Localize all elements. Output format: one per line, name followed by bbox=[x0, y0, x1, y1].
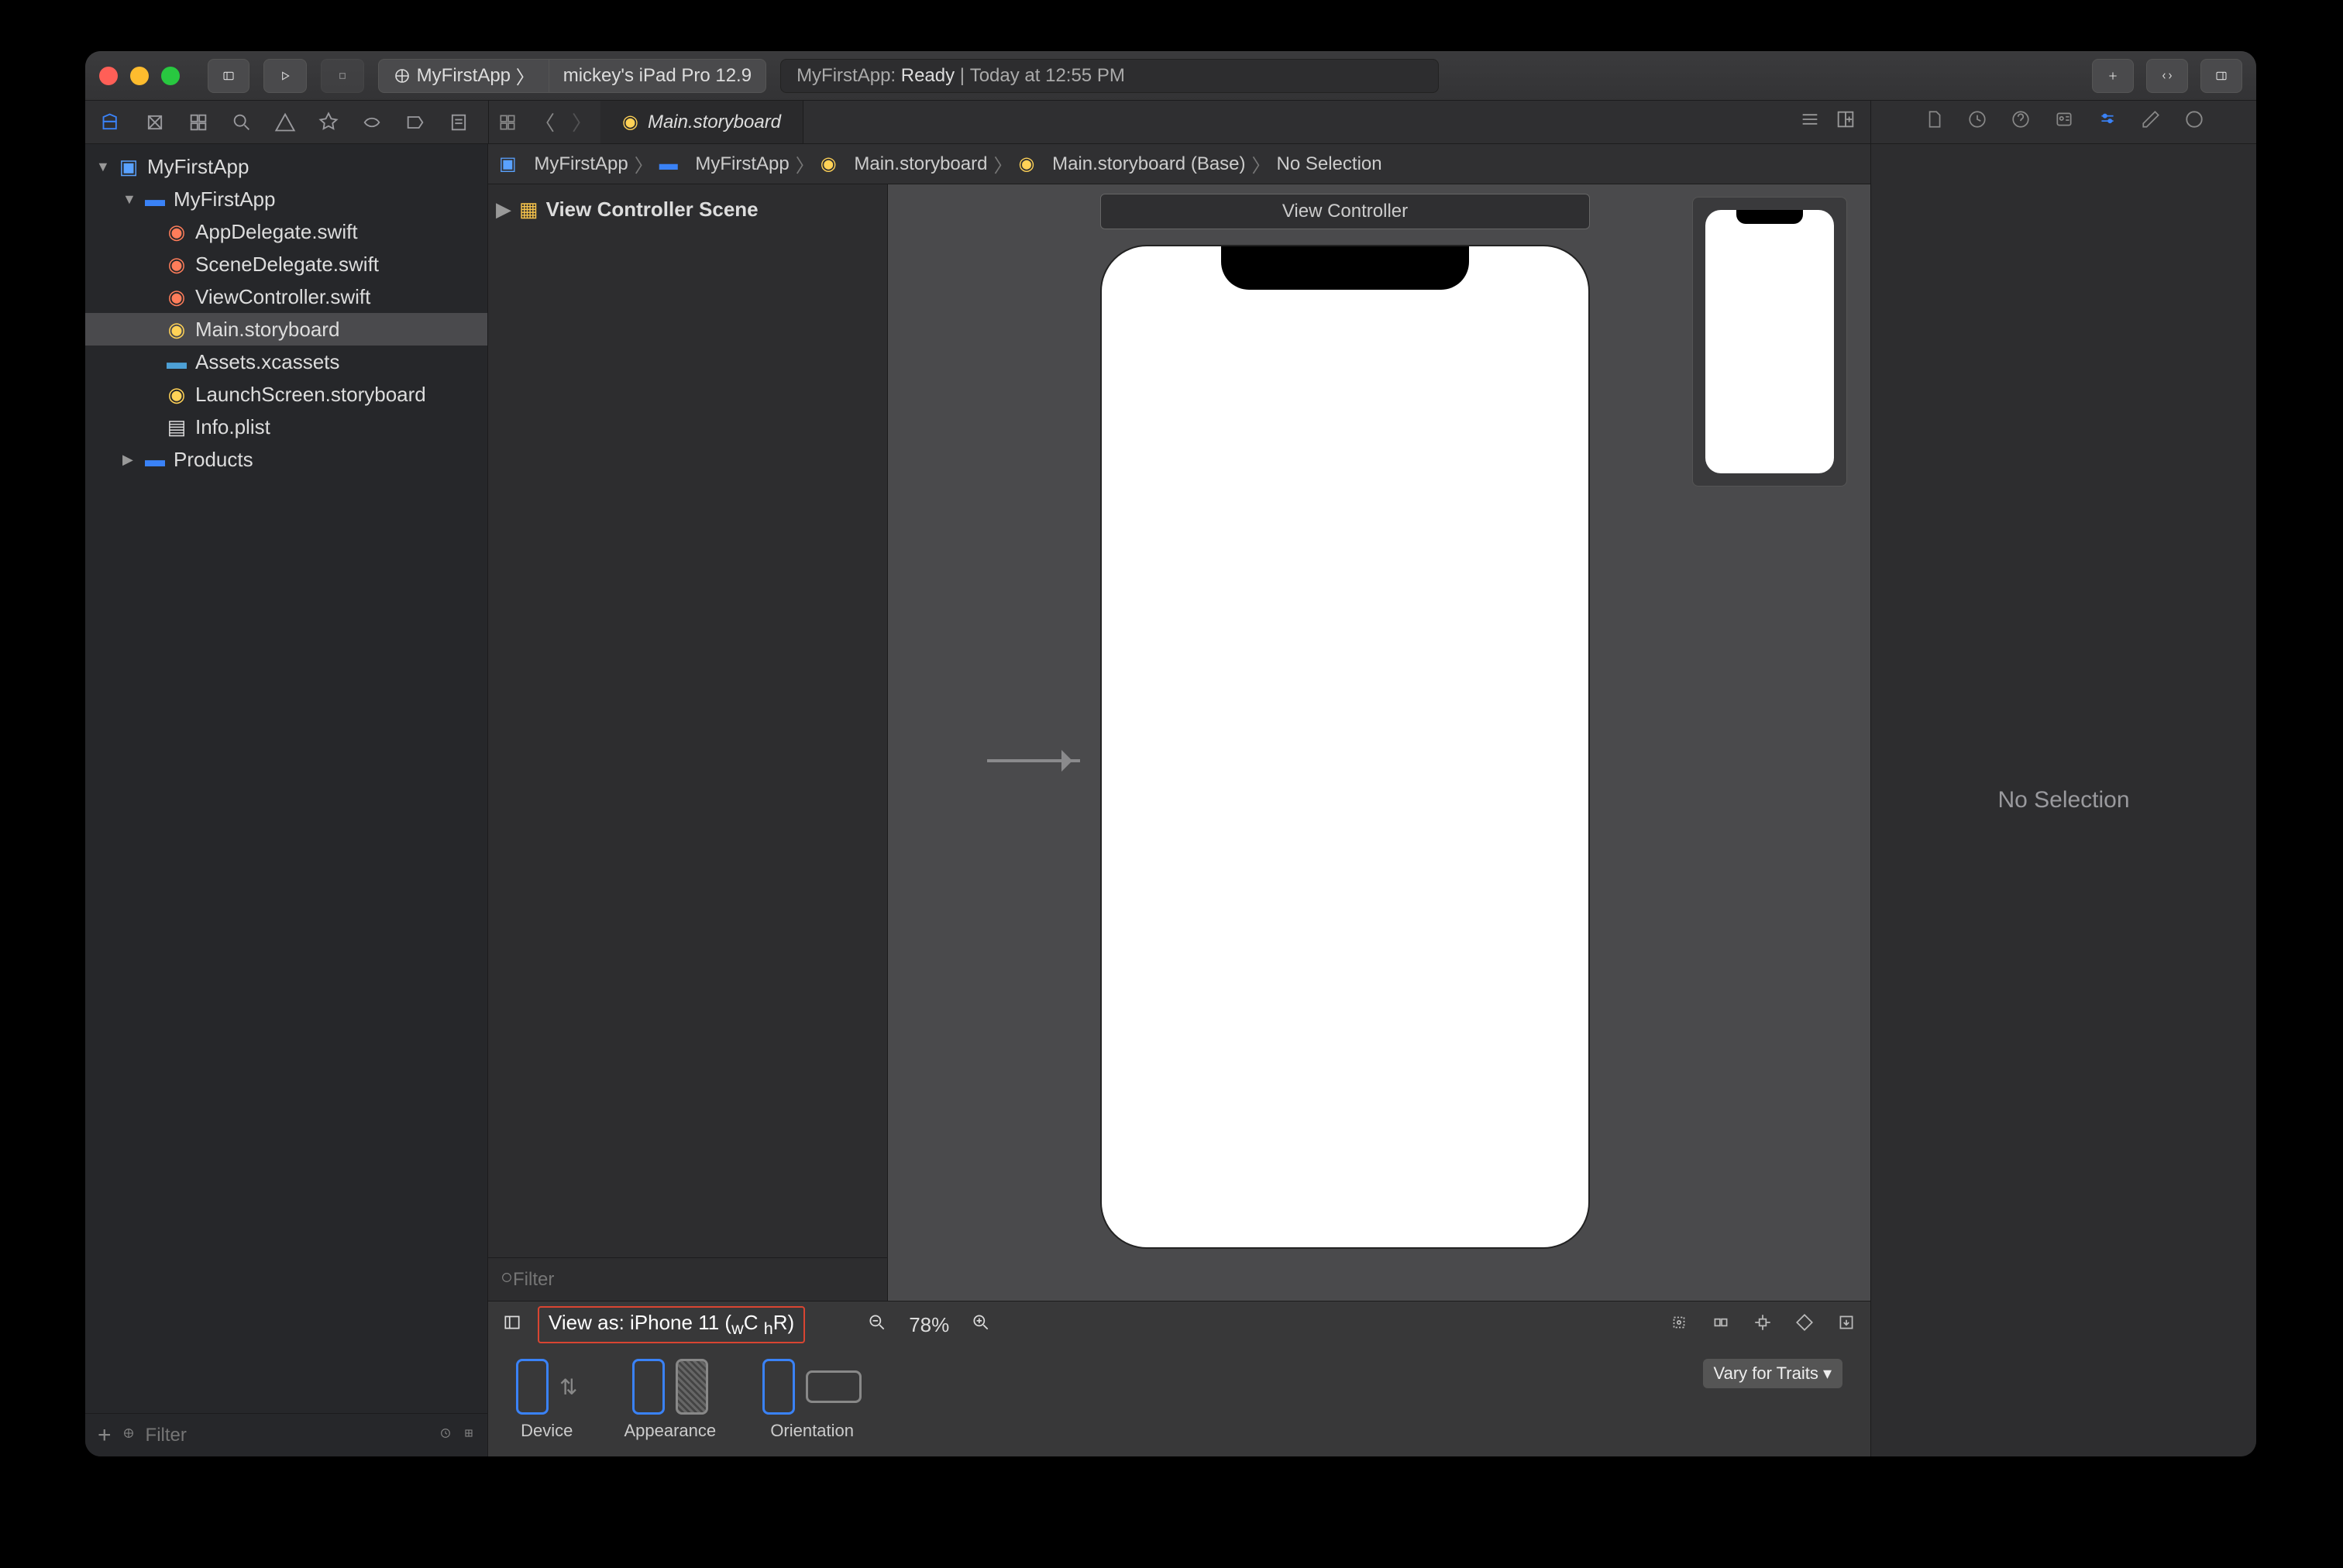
editor-tab[interactable]: ◉ Main.storyboard bbox=[600, 101, 803, 143]
close-button[interactable] bbox=[99, 67, 118, 85]
toggle-outline-button[interactable] bbox=[502, 1312, 522, 1338]
view-controller-scene[interactable]: View Controller bbox=[1100, 194, 1590, 1249]
tree-project-row[interactable]: ▼▣MyFirstApp bbox=[85, 150, 487, 183]
project-navigator-tab[interactable] bbox=[101, 112, 122, 133]
tree-folder-row[interactable]: ▼▬MyFirstApp bbox=[85, 183, 487, 215]
related-items-button[interactable] bbox=[489, 101, 526, 143]
breakpoint-navigator-tab[interactable] bbox=[404, 112, 426, 133]
navigator-selector bbox=[85, 101, 488, 143]
tree-file-row[interactable]: ◉ViewController.swift bbox=[85, 280, 487, 313]
debug-navigator-tab[interactable] bbox=[361, 112, 383, 133]
outline-scene-row[interactable]: ▶▦View Controller Scene bbox=[496, 194, 879, 225]
jump-bar[interactable]: ▣ MyFirstApp〉 ▬ MyFirstApp〉 ◉ Main.story… bbox=[488, 144, 1870, 184]
vary-for-traits-button[interactable]: Vary for Traits ▾ bbox=[1703, 1359, 1842, 1388]
resolve-issues-button[interactable] bbox=[1753, 1312, 1773, 1338]
maximize-button[interactable] bbox=[161, 67, 180, 85]
device-picker[interactable]: ⇅ Device bbox=[516, 1359, 577, 1441]
file-tree[interactable]: ▼▣MyFirstApp ▼▬MyFirstApp ◉AppDelegate.s… bbox=[85, 144, 487, 1413]
window-controls bbox=[99, 67, 180, 85]
align-button[interactable] bbox=[1669, 1312, 1689, 1338]
tree-file-row[interactable]: ◉AppDelegate.swift bbox=[85, 215, 487, 248]
xcode-window: MyFirstApp 〉 mickey's iPad Pro 12.9 MyFi… bbox=[85, 51, 2256, 1456]
toggle-inspector-button[interactable] bbox=[2200, 59, 2242, 93]
tree-file-row[interactable]: ◉LaunchScreen.storyboard bbox=[85, 378, 487, 411]
add-editor-button[interactable] bbox=[1835, 108, 1856, 136]
toggle-navigator-button[interactable] bbox=[208, 59, 249, 93]
code-review-button[interactable] bbox=[2146, 59, 2188, 93]
storyboard-icon: ◉ bbox=[622, 111, 638, 133]
add-button[interactable]: + bbox=[98, 1422, 112, 1449]
adjust-editor-button[interactable] bbox=[1799, 108, 1821, 136]
forward-button[interactable]: 〉 bbox=[563, 101, 600, 143]
inspector-selector bbox=[1870, 101, 2256, 143]
run-button[interactable] bbox=[263, 59, 307, 93]
history-inspector-tab[interactable] bbox=[1967, 109, 1987, 135]
size-inspector-tab[interactable] bbox=[2141, 109, 2161, 135]
stop-button[interactable] bbox=[321, 59, 364, 93]
canvas-bottom-bar: View as: iPhone 11 (wC hR) 78% bbox=[488, 1301, 1870, 1456]
inspector-panel: No Selection bbox=[1870, 144, 2256, 1456]
connections-inspector-tab[interactable] bbox=[2184, 109, 2204, 135]
tree-file-row-selected[interactable]: ◉Main.storyboard bbox=[85, 313, 487, 346]
vc-title-bar[interactable]: View Controller bbox=[1100, 194, 1590, 229]
scheme-app-label: MyFirstApp bbox=[417, 65, 511, 87]
tree-file-row[interactable]: ▬Assets.xcassets bbox=[85, 346, 487, 378]
scheme-selector[interactable]: MyFirstApp 〉 mickey's iPad Pro 12.9 bbox=[378, 59, 766, 93]
source-control-navigator-tab[interactable] bbox=[144, 112, 166, 133]
filter-icon bbox=[501, 1271, 513, 1288]
minimize-button[interactable] bbox=[130, 67, 149, 85]
back-button[interactable]: 〈 bbox=[526, 101, 563, 143]
library-button[interactable] bbox=[2092, 59, 2134, 93]
symbol-navigator-tab[interactable] bbox=[188, 112, 209, 133]
project-navigator: ▼▣MyFirstApp ▼▬MyFirstApp ◉AppDelegate.s… bbox=[85, 144, 488, 1456]
navigator-filter-input[interactable] bbox=[146, 1425, 428, 1446]
identity-inspector-tab[interactable] bbox=[2054, 109, 2074, 135]
interface-builder-canvas[interactable]: View Controller bbox=[888, 184, 1870, 1301]
find-navigator-tab[interactable] bbox=[231, 112, 253, 133]
tab-row: 〈 〉 ◉ Main.storyboard bbox=[85, 101, 2256, 144]
view-as-button[interactable]: View as: iPhone 11 (wC hR) bbox=[538, 1306, 805, 1343]
filter-icon bbox=[122, 1427, 135, 1443]
inspector-empty-label: No Selection bbox=[1997, 787, 2129, 813]
appearance-picker[interactable]: Appearance bbox=[624, 1359, 716, 1441]
initial-vc-arrow bbox=[987, 759, 1080, 762]
embed-in-button[interactable] bbox=[1836, 1312, 1856, 1338]
editor-tab-label: Main.storyboard bbox=[648, 112, 781, 133]
embed-button[interactable] bbox=[1794, 1312, 1815, 1338]
device-frame[interactable] bbox=[1100, 245, 1590, 1249]
activity-view: MyFirstApp: Ready | Today at 12:55 PM bbox=[780, 59, 1438, 93]
zoom-in-button[interactable] bbox=[971, 1312, 991, 1338]
pin-button[interactable] bbox=[1711, 1312, 1731, 1338]
orientation-picker[interactable]: Orientation bbox=[762, 1359, 862, 1441]
outline-filter-input[interactable] bbox=[513, 1269, 875, 1291]
scm-filter-button[interactable] bbox=[463, 1427, 475, 1443]
document-outline: ▶▦View Controller Scene bbox=[488, 184, 888, 1301]
tree-folder-row[interactable]: ▶▬Products bbox=[85, 443, 487, 476]
attributes-inspector-tab[interactable] bbox=[2097, 109, 2118, 135]
zoom-out-button[interactable] bbox=[867, 1312, 887, 1338]
editor-tab-bar: 〈 〉 ◉ Main.storyboard bbox=[488, 101, 1870, 143]
tree-file-row[interactable]: ◉SceneDelegate.swift bbox=[85, 248, 487, 280]
navigator-bottom-bar: + bbox=[85, 1413, 487, 1456]
tree-file-row[interactable]: ▤Info.plist bbox=[85, 411, 487, 443]
file-inspector-tab[interactable] bbox=[1924, 109, 1944, 135]
zoom-level[interactable]: 78% bbox=[909, 1313, 949, 1337]
report-navigator-tab[interactable] bbox=[448, 112, 470, 133]
help-inspector-tab[interactable] bbox=[2011, 109, 2031, 135]
toolbar: MyFirstApp 〉 mickey's iPad Pro 12.9 MyFi… bbox=[85, 51, 2256, 101]
editor-area: ▣ MyFirstApp〉 ▬ MyFirstApp〉 ◉ Main.story… bbox=[488, 144, 1870, 1456]
issue-navigator-tab[interactable] bbox=[274, 112, 296, 133]
canvas-minimap[interactable] bbox=[1692, 197, 1847, 487]
test-navigator-tab[interactable] bbox=[318, 112, 339, 133]
scheme-device-label: mickey's iPad Pro 12.9 bbox=[563, 65, 752, 87]
recent-filter-button[interactable] bbox=[439, 1427, 452, 1443]
